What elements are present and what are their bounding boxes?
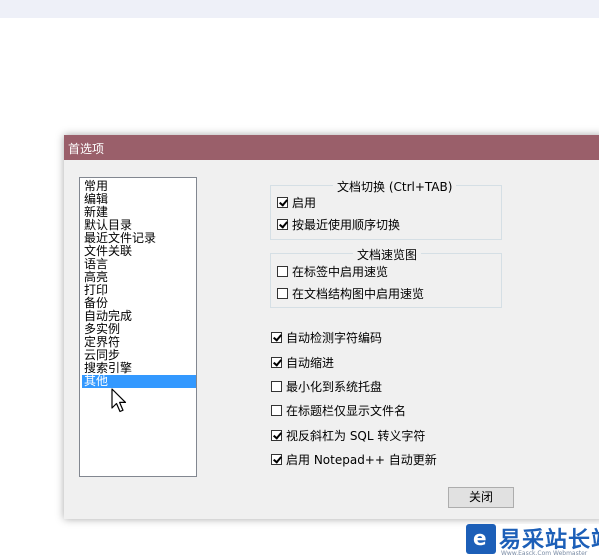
checkbox-label: 按最近使用顺序切换 [292,218,401,232]
option-sql-backslash-escape[interactable]: 视反斜杠为 SQL 转义字符 [271,428,425,444]
checkbox-label: 在标签中启用速览 [292,265,389,279]
checkbox-label: 最小化到系统托盘 [286,380,383,394]
doc-peek-map-checkbox[interactable]: 在文档结构图中启用速览 [277,286,424,302]
option-auto-update[interactable]: 启用 Notepad++ 自动更新 [271,452,437,468]
doc-peek-group-title: 文档速览图 [353,246,422,263]
checkbox-box[interactable] [271,405,282,416]
dialog-titlebar[interactable]: 首选项 [64,135,599,160]
category-list[interactable]: 常用 编辑 新建 默认目录 最近文件记录 文件关联 语言 高亮 打印 备份 自动… [79,177,197,477]
tab-switch-group-title: 文档切换 (Ctrl+TAB) [333,178,457,195]
checkbox-label: 自动缩进 [286,356,335,370]
checkbox-box[interactable] [277,288,288,299]
category-item-selected[interactable]: 其他 [82,375,196,388]
tab-switch-group: 文档切换 (Ctrl+TAB) 启用 按最近使用顺序切换 [270,178,502,240]
checkbox-label: 启用 Notepad++ 自动更新 [286,453,437,467]
checkbox-box[interactable] [277,266,288,277]
option-auto-indent[interactable]: 自动缩进 [271,355,334,371]
watermark-subtext: Www.Easck.Com Webmaster [501,550,588,557]
checkbox-label: 启用 [292,196,317,210]
tab-switch-mru-checkbox[interactable]: 按最近使用顺序切换 [277,217,400,233]
checkbox-box[interactable] [271,454,282,465]
option-minimize-to-tray[interactable]: 最小化到系统托盘 [271,379,382,395]
checkbox-box[interactable] [271,430,282,441]
checkbox-label: 在文档结构图中启用速览 [292,287,425,301]
checkbox-box[interactable] [277,219,288,230]
site-watermark: 易采站长站 Www.Easck.Com Webmaster [466,524,599,558]
close-button[interactable]: 关闭 [448,487,514,508]
preferences-dialog: 首选项 常用 编辑 新建 默认目录 最近文件记录 文件关联 语言 高亮 打印 备… [64,135,599,519]
doc-peek-group: 文档速览图 在标签中启用速览 在文档结构图中启用速览 [270,246,502,308]
option-auto-detect-encoding[interactable]: 自动检测字符编码 [271,330,382,346]
checkbox-box[interactable] [271,332,282,343]
dialog-title: 首选项 [68,142,105,156]
checkbox-box[interactable] [277,197,288,208]
tab-switch-enable-checkbox[interactable]: 启用 [277,195,316,211]
mouse-pointer-icon [111,388,127,413]
checkbox-box[interactable] [271,357,282,368]
checkbox-label: 自动检测字符编码 [286,331,383,345]
background-top-strip [0,0,599,18]
checkbox-label: 在标题栏仅显示文件名 [286,404,407,418]
doc-peek-tab-checkbox[interactable]: 在标签中启用速览 [277,264,388,280]
option-title-filename-only[interactable]: 在标题栏仅显示文件名 [271,403,406,419]
checkbox-label: 视反斜杠为 SQL 转义字符 [286,429,426,443]
checkbox-box[interactable] [271,381,282,392]
watermark-logo-icon [466,524,496,554]
